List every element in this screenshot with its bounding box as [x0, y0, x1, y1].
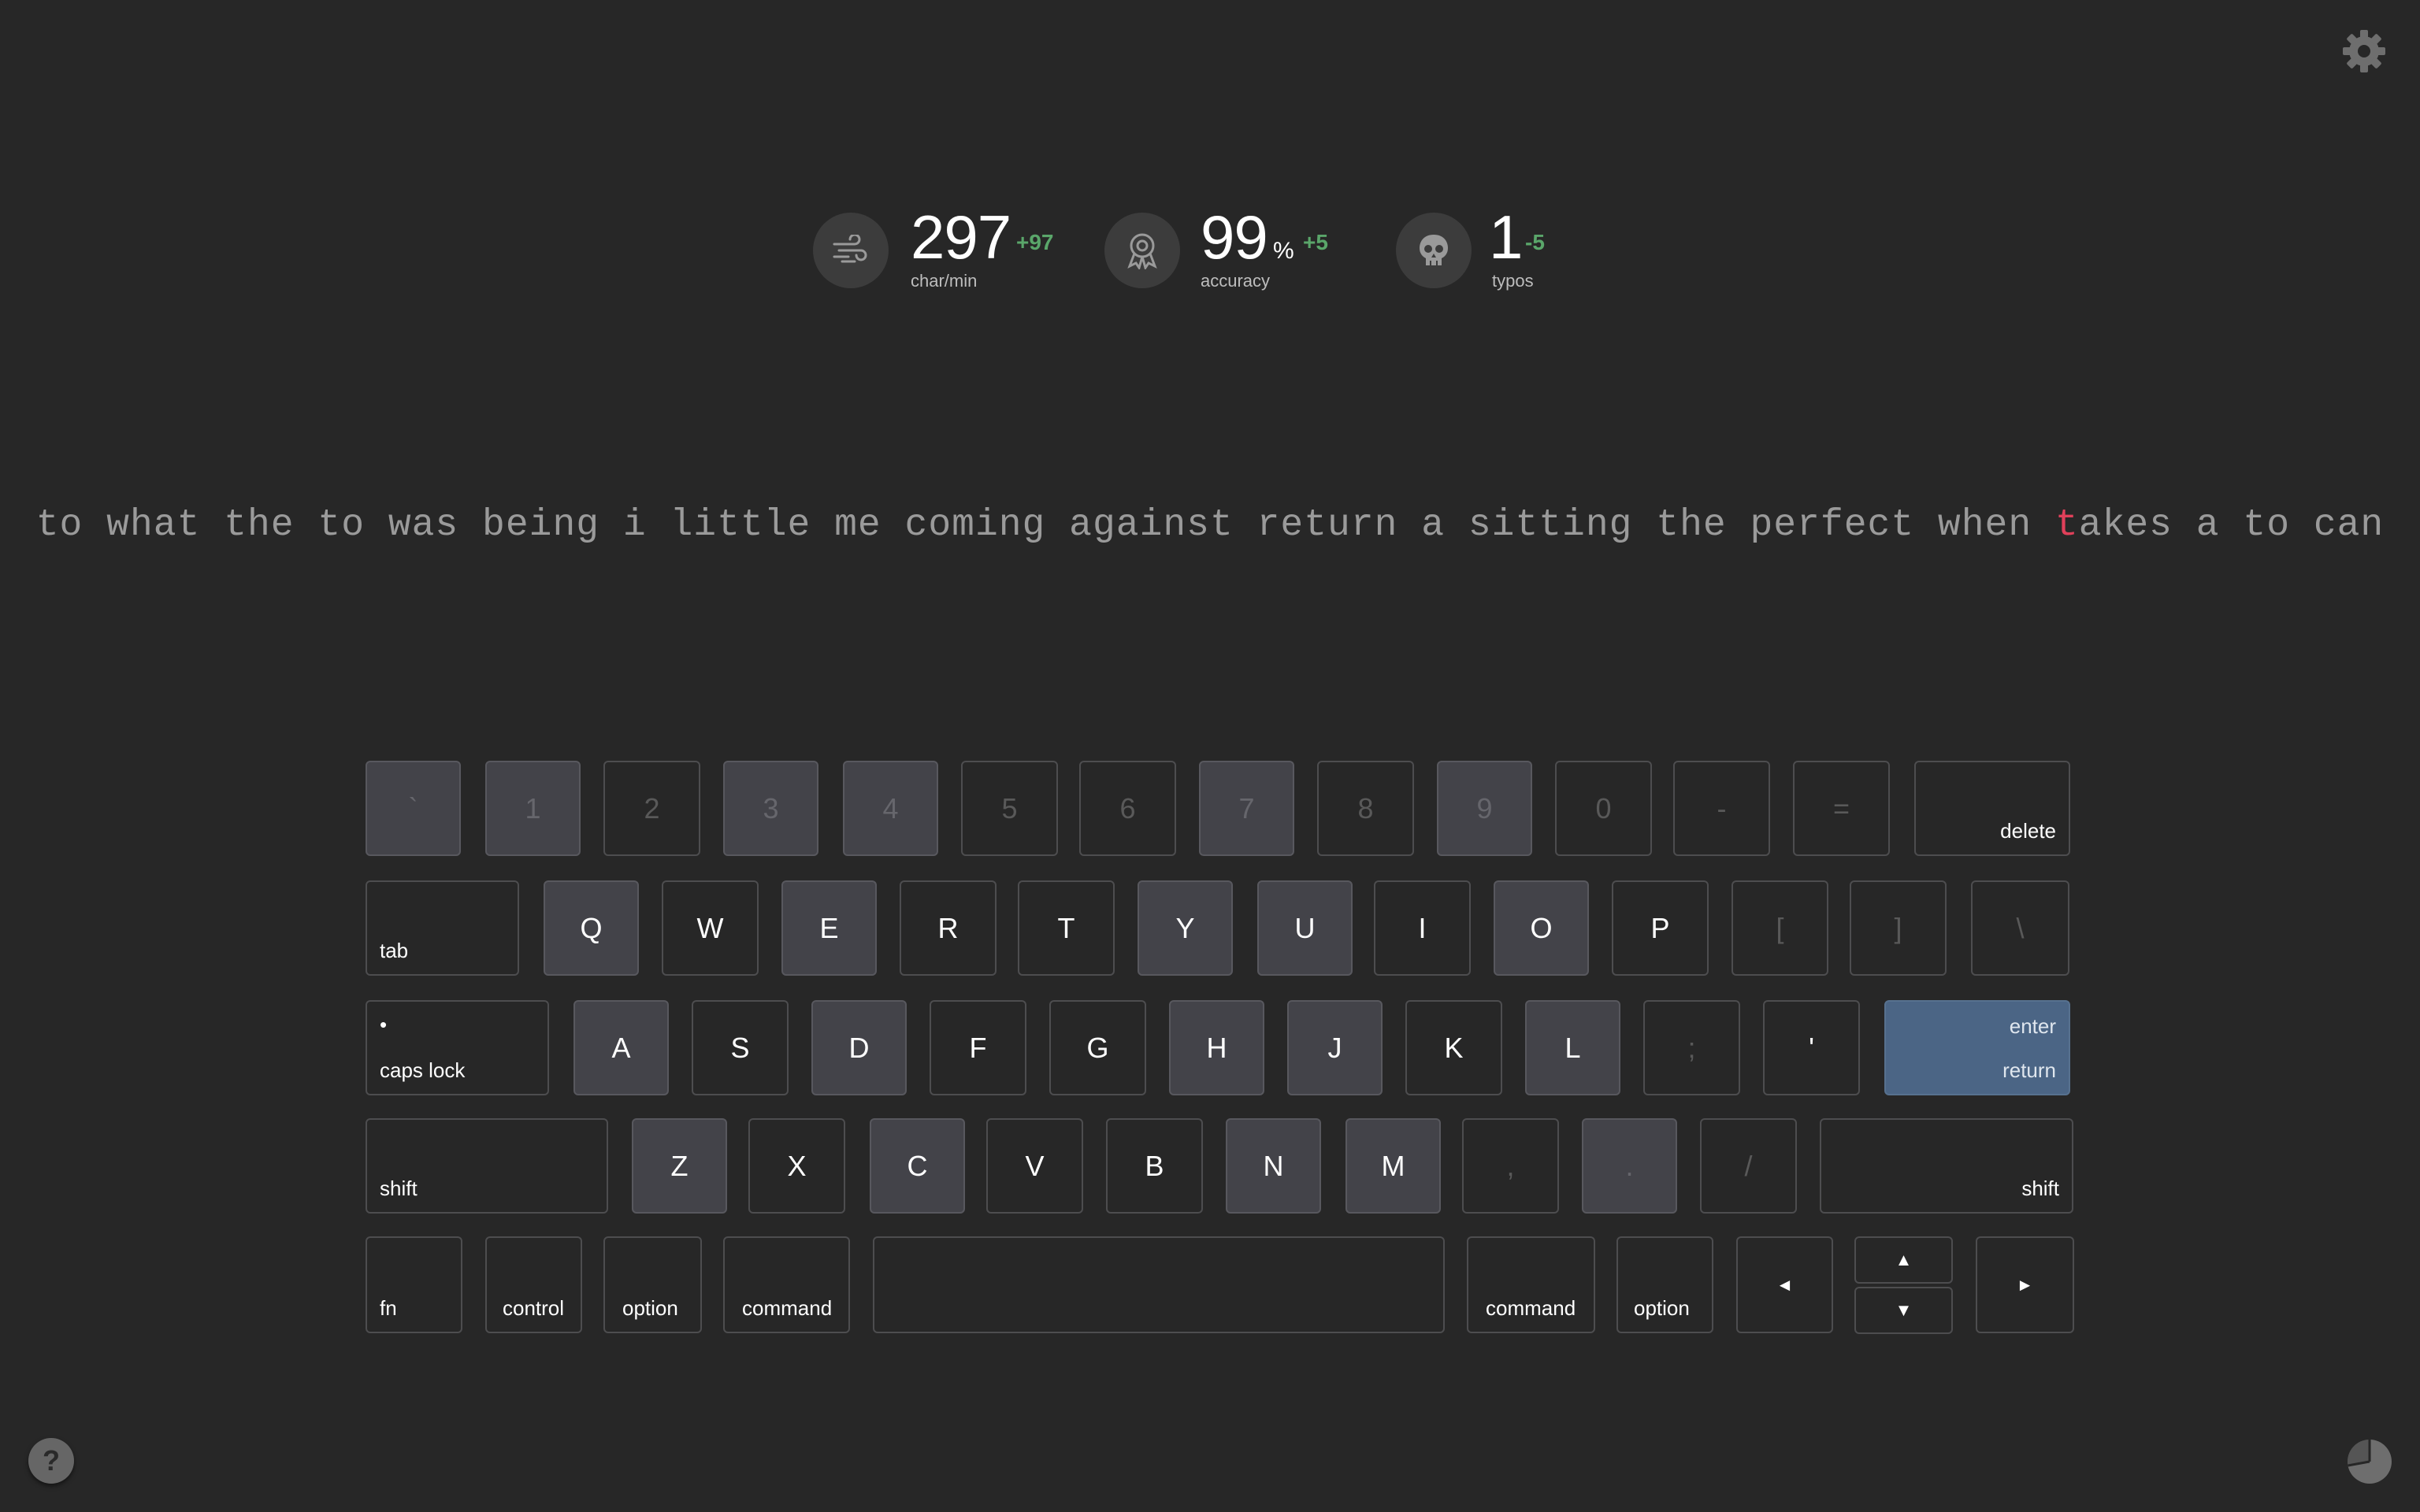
key-k[interactable]: K [1405, 1000, 1502, 1095]
key-arrow-down[interactable]: ▼ [1854, 1287, 1953, 1334]
key-enter[interactable]: enter return [1884, 1000, 2070, 1095]
key-r[interactable]: R [900, 880, 997, 976]
statistics-pie-icon[interactable] [2346, 1438, 2393, 1485]
key-option-right[interactable]: option [1616, 1236, 1713, 1333]
key-quote[interactable]: ' [1763, 1000, 1860, 1095]
lesson-text: to what the to was being i little me com… [0, 504, 2420, 547]
key-j[interactable]: J [1287, 1000, 1383, 1095]
key-8[interactable]: 8 [1317, 761, 1414, 856]
key-u[interactable]: U [1257, 880, 1353, 976]
accuracy-unit: % [1273, 238, 1294, 264]
key-o[interactable]: O [1494, 880, 1589, 976]
key-option-left[interactable]: option [603, 1236, 702, 1333]
key-minus[interactable]: - [1673, 761, 1770, 856]
skull-icon [1396, 213, 1472, 288]
key-shift-right[interactable]: shift [1820, 1118, 2073, 1214]
key-comma[interactable]: , [1462, 1118, 1559, 1214]
key-equals[interactable]: = [1793, 761, 1890, 856]
key-control[interactable]: control [485, 1236, 582, 1333]
key-4[interactable]: 4 [843, 761, 938, 856]
typos-delta: -5 [1525, 230, 1545, 254]
key-z[interactable]: Z [632, 1118, 727, 1214]
key-d[interactable]: D [811, 1000, 907, 1095]
key-shift-left[interactable]: shift [366, 1118, 608, 1214]
speed-label: char/min [911, 271, 978, 291]
accuracy-value: 99 [1201, 202, 1268, 272]
key-3[interactable]: 3 [723, 761, 818, 856]
key-period[interactable]: . [1582, 1118, 1677, 1214]
speed-value: 297 [911, 202, 1011, 272]
key-tab[interactable]: tab [366, 880, 519, 976]
key-m[interactable]: M [1345, 1118, 1441, 1214]
key-c[interactable]: C [870, 1118, 965, 1214]
key-space[interactable] [873, 1236, 1445, 1333]
help-glyph: ? [43, 1444, 60, 1477]
typos-value: 1 [1489, 202, 1523, 272]
key-semicolon[interactable]: ; [1643, 1000, 1740, 1095]
key-backtick[interactable]: ` [366, 761, 461, 856]
key-w[interactable]: W [662, 880, 759, 976]
key-fn[interactable]: fn [366, 1236, 462, 1333]
key-e[interactable]: E [781, 880, 877, 976]
current-character: t [2054, 504, 2079, 547]
key-arrow-right[interactable]: ► [1976, 1236, 2074, 1333]
key-arrow-left[interactable]: ◄ [1736, 1236, 1833, 1333]
key-i[interactable]: I [1374, 880, 1471, 976]
key-q[interactable]: Q [544, 880, 639, 976]
key-g[interactable]: G [1049, 1000, 1146, 1095]
key-b[interactable]: B [1106, 1118, 1203, 1214]
key-n[interactable]: N [1226, 1118, 1321, 1214]
key-backslash[interactable]: \ [1971, 880, 2069, 976]
award-icon [1104, 213, 1180, 288]
accuracy-label: accuracy [1201, 271, 1271, 291]
key-9[interactable]: 9 [1437, 761, 1532, 856]
key-x[interactable]: X [748, 1118, 845, 1214]
key-p[interactable]: P [1612, 880, 1709, 976]
key-l[interactable]: L [1525, 1000, 1620, 1095]
remaining-text: akes a to can [2078, 504, 2385, 547]
wind-icon [813, 213, 889, 288]
key-a[interactable]: A [573, 1000, 669, 1095]
key-0[interactable]: 0 [1555, 761, 1652, 856]
help-icon[interactable]: ? [28, 1438, 74, 1484]
key-caps-lock[interactable]: • caps lock [366, 1000, 549, 1095]
key-command-right[interactable]: command [1467, 1236, 1595, 1333]
key-arrow-up[interactable]: ▲ [1854, 1236, 1953, 1284]
settings-gear-icon[interactable] [2340, 27, 2388, 76]
key-slash[interactable]: / [1700, 1118, 1797, 1214]
key-left-bracket[interactable]: [ [1731, 880, 1828, 976]
key-v[interactable]: V [986, 1118, 1083, 1214]
key-6[interactable]: 6 [1079, 761, 1176, 856]
key-y[interactable]: Y [1138, 880, 1233, 976]
typed-text: to what the to was being i little me com… [35, 504, 2055, 547]
key-f[interactable]: F [930, 1000, 1026, 1095]
key-s[interactable]: S [692, 1000, 789, 1095]
key-delete[interactable]: delete [1914, 761, 2070, 856]
typos-label: typos [1492, 271, 1534, 291]
accuracy-delta: +5 [1303, 230, 1328, 254]
key-t[interactable]: T [1018, 880, 1115, 976]
key-7[interactable]: 7 [1199, 761, 1294, 856]
key-command-left[interactable]: command [723, 1236, 850, 1333]
key-5[interactable]: 5 [961, 761, 1058, 856]
key-1[interactable]: 1 [485, 761, 581, 856]
key-2[interactable]: 2 [603, 761, 700, 856]
speed-delta: +97 [1016, 230, 1054, 254]
key-right-bracket[interactable]: ] [1850, 880, 1947, 976]
key-h[interactable]: H [1169, 1000, 1264, 1095]
